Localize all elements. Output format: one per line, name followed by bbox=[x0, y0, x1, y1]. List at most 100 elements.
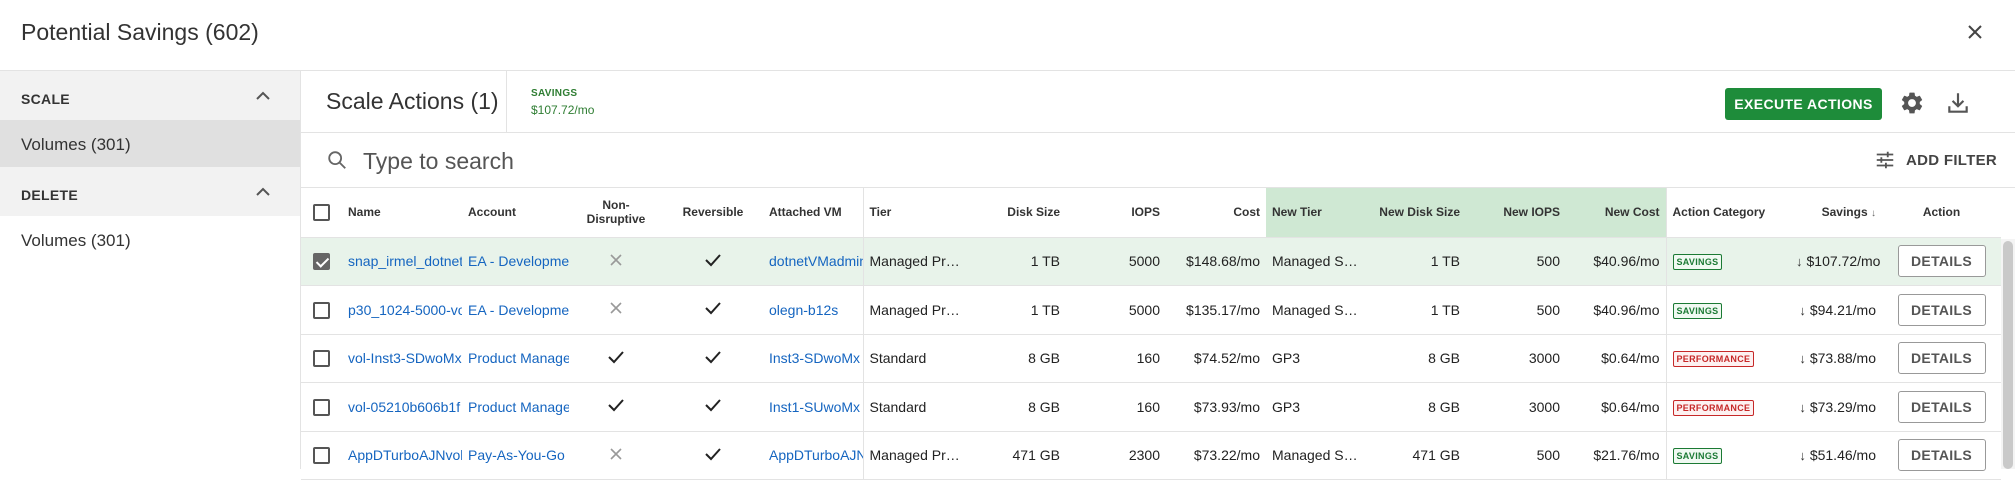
col-header-new-iops[interactable]: New IOPS bbox=[1466, 188, 1566, 238]
chevron-up-icon[interactable] bbox=[254, 89, 272, 103]
disk-size-cell: 471 GB bbox=[966, 431, 1066, 480]
col-header-iops[interactable]: IOPS bbox=[1066, 188, 1166, 238]
row-checkbox[interactable] bbox=[313, 253, 330, 271]
col-header-reversible[interactable]: Reversible bbox=[663, 188, 763, 238]
col-header-account[interactable]: Account bbox=[462, 188, 569, 238]
volume-name-link[interactable]: AppDTurboAJNvol bbox=[342, 431, 462, 480]
col-header-tier[interactable]: Tier bbox=[862, 188, 966, 238]
new-tier-cell: Managed Standard bbox=[1266, 431, 1366, 480]
col-header-savings[interactable]: Savings ↓ bbox=[1790, 188, 1882, 238]
row-checkbox[interactable] bbox=[313, 350, 330, 368]
checkmark-icon bbox=[608, 399, 624, 412]
savings-cell: ↓ $73.29/mo bbox=[1790, 382, 1882, 432]
row-select-cell[interactable] bbox=[301, 285, 342, 335]
col-header-cost[interactable]: Cost bbox=[1166, 188, 1266, 238]
filter-sliders-icon[interactable] bbox=[1874, 149, 1896, 171]
download-icon[interactable] bbox=[1945, 90, 1971, 116]
sort-arrow-icon: ↓ bbox=[1871, 208, 1876, 220]
group-header-scale[interactable]: SCALE bbox=[0, 71, 300, 120]
table-row[interactable]: snap_irmel_dotnetVMadmin EA - Developmen… bbox=[301, 237, 2001, 286]
row-select-cell[interactable] bbox=[301, 237, 342, 286]
volume-name-link[interactable]: vol-05210b606b1f bbox=[342, 382, 462, 432]
details-button[interactable]: DETAILS bbox=[1897, 390, 1986, 423]
row-select-cell[interactable] bbox=[301, 431, 342, 480]
chevron-up-icon[interactable] bbox=[254, 185, 272, 199]
details-button[interactable]: DETAILS bbox=[1897, 245, 1986, 278]
action-cell: DETAILS bbox=[1882, 431, 2001, 480]
gear-icon[interactable] bbox=[1899, 90, 1925, 116]
checkmark-icon bbox=[705, 448, 721, 461]
volume-name-link[interactable]: snap_irmel_dotnetVMadmin bbox=[342, 237, 462, 286]
select-all-cell[interactable] bbox=[301, 188, 342, 238]
reversible-cell bbox=[663, 285, 763, 335]
col-header-name[interactable]: Name bbox=[342, 188, 462, 238]
col-header-new-cost[interactable]: New Cost bbox=[1566, 188, 1666, 238]
sidebar-item-scale-volumes[interactable]: Volumes (301) bbox=[0, 120, 300, 167]
account-link[interactable]: EA - Development bbox=[462, 237, 569, 286]
checkmark-icon bbox=[608, 351, 624, 364]
group-header-delete[interactable]: DELETE bbox=[0, 167, 300, 216]
attached-vm-link[interactable]: dotnetVMadmin bbox=[763, 237, 863, 286]
details-button[interactable]: DETAILS bbox=[1897, 293, 1986, 326]
non-disruptive-cell bbox=[569, 431, 663, 480]
row-checkbox[interactable] bbox=[313, 398, 330, 416]
table-row[interactable]: AppDTurboAJNvol Pay-As-You-Go AppDTurboA… bbox=[301, 431, 2001, 480]
attached-vm-link[interactable]: Inst1-SUwoMx bbox=[763, 382, 863, 432]
table-row[interactable]: vol-Inst3-SDwoMx Product Management Inst… bbox=[301, 334, 2001, 383]
table-scrollbar[interactable] bbox=[2001, 239, 2015, 469]
execute-actions-button[interactable]: EXECUTE ACTIONS bbox=[1725, 88, 1882, 120]
search-input[interactable] bbox=[363, 145, 1163, 177]
row-checkbox[interactable] bbox=[313, 301, 330, 319]
account-link[interactable]: EA - Development bbox=[462, 285, 569, 335]
action-cell: DETAILS bbox=[1882, 285, 2001, 335]
group-label: DELETE bbox=[21, 187, 79, 203]
new-disk-size-cell: 1 TB bbox=[1366, 285, 1466, 335]
action-cell: DETAILS bbox=[1882, 334, 2001, 383]
disk-size-cell: 8 GB bbox=[966, 334, 1066, 383]
close-icon[interactable] bbox=[1963, 20, 1987, 44]
category-sidebar: SCALE Volumes (301) DELETE Volumes (301) bbox=[0, 71, 301, 469]
table-header-row: Name Account Non- Disruptive Reversible A… bbox=[301, 188, 2001, 238]
scrollbar-thumb[interactable] bbox=[2003, 241, 2013, 469]
select-all-checkbox[interactable] bbox=[313, 203, 330, 221]
details-button[interactable]: DETAILS bbox=[1897, 439, 1986, 472]
new-tier-cell: Managed Standard bbox=[1266, 237, 1366, 286]
col-header-line: Disruptive bbox=[586, 212, 646, 227]
new-disk-size-cell: 8 GB bbox=[1366, 382, 1466, 432]
action-category-cell: SAVINGS bbox=[1665, 237, 1790, 286]
account-link[interactable]: Pay-As-You-Go bbox=[462, 431, 569, 480]
new-iops-cell: 500 bbox=[1466, 431, 1566, 480]
new-cost-cell: $0.64/mo bbox=[1566, 334, 1666, 383]
checkmark-icon bbox=[705, 254, 721, 267]
reversible-cell bbox=[663, 334, 763, 383]
row-select-cell[interactable] bbox=[301, 382, 342, 432]
row-select-cell[interactable] bbox=[301, 334, 342, 383]
row-checkbox[interactable] bbox=[313, 447, 330, 465]
add-filter-button[interactable]: ADD FILTER bbox=[1906, 152, 1997, 169]
reversible-cell bbox=[663, 431, 763, 480]
volume-name-link[interactable]: vol-Inst3-SDwoMx bbox=[342, 334, 462, 383]
volume-name-link[interactable]: p30_1024-5000-volume bbox=[342, 285, 462, 335]
action-category-cell: PERFORMANCE bbox=[1665, 334, 1790, 383]
col-header-new-disk-size[interactable]: New Disk Size bbox=[1366, 188, 1466, 238]
col-header-non-disruptive[interactable]: Non- Disruptive bbox=[569, 188, 663, 238]
reversible-cell bbox=[663, 237, 763, 286]
checkmark-icon bbox=[705, 302, 721, 315]
attached-vm-link[interactable]: AppDTurboAJN bbox=[763, 431, 863, 480]
attached-vm-link[interactable]: olegn-b12s bbox=[763, 285, 863, 335]
details-button[interactable]: DETAILS bbox=[1897, 342, 1986, 375]
attached-vm-link[interactable]: Inst3-SDwoMx bbox=[763, 334, 863, 383]
action-cell: DETAILS bbox=[1882, 237, 2001, 286]
group-label: SCALE bbox=[21, 91, 70, 107]
tier-cell: Managed Premium bbox=[862, 431, 966, 480]
table-row[interactable]: p30_1024-5000-volume EA - Development ol… bbox=[301, 285, 2001, 335]
category-badge: SAVINGS bbox=[1672, 302, 1723, 319]
account-link[interactable]: Product Management bbox=[462, 334, 569, 383]
account-link[interactable]: Product Management bbox=[462, 382, 569, 432]
col-header-action-category[interactable]: Action Category bbox=[1665, 188, 1790, 238]
table-row[interactable]: vol-05210b606b1f Product Management Inst… bbox=[301, 382, 2001, 432]
col-header-disk-size[interactable]: Disk Size bbox=[966, 188, 1066, 238]
sidebar-item-delete-volumes[interactable]: Volumes (301) bbox=[0, 216, 300, 263]
col-header-new-tier[interactable]: New Tier bbox=[1266, 188, 1366, 238]
col-header-attached-vm[interactable]: Attached VM bbox=[763, 188, 863, 238]
